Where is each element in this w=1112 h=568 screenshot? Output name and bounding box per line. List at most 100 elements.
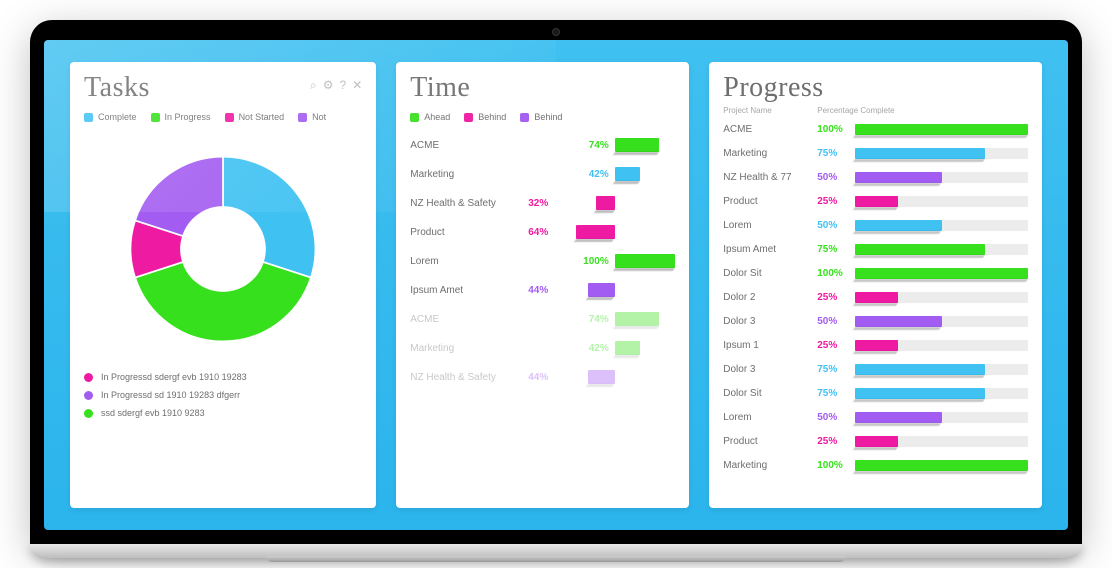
time-bar: [596, 196, 615, 210]
time-row: NZ Health & Safety44%: [410, 364, 675, 390]
progress-bar: [855, 268, 1028, 279]
progress-bar: [855, 244, 985, 255]
progress-track: [855, 316, 1028, 327]
time-row-value: 32%: [514, 198, 548, 209]
time-bar: [588, 370, 614, 384]
time-row: Lorem 100%: [410, 248, 675, 274]
progress-row-name: Ipsum 1: [723, 340, 809, 351]
progress-track: [855, 388, 1028, 399]
time-row: Marketing42%: [410, 335, 675, 361]
progress-row-value: 50%: [817, 316, 847, 327]
progress-row-name: Dolor 3: [723, 364, 809, 375]
tasks-notes: In Progressd sdergf evb 1910 19283In Pro…: [84, 372, 362, 418]
time-row: Marketing42%: [410, 161, 675, 187]
progress-row: Dolor Sit75%: [723, 383, 1028, 403]
progress-track: [855, 220, 1028, 231]
progress-bar: [855, 124, 1028, 135]
close-icon[interactable]: ✕: [352, 78, 362, 93]
time-bar: [615, 138, 659, 152]
progress-row-name: Lorem: [723, 412, 809, 423]
progress-bar: [855, 460, 1028, 471]
progress-row-value: 50%: [817, 412, 847, 423]
help-icon[interactable]: ?: [340, 78, 347, 93]
time-row-value: 74%: [575, 314, 609, 325]
time-bar: [588, 283, 614, 297]
time-row-name: Product: [410, 227, 514, 238]
progress-track: [855, 436, 1028, 447]
legend-item: Behind: [464, 112, 506, 122]
progress-row-name: Ipsum Amet: [723, 244, 809, 255]
progress-row-value: 50%: [817, 220, 847, 231]
progress-bar: [855, 388, 985, 399]
time-row-value: 64%: [514, 227, 548, 238]
progress-row-value: 100%: [817, 268, 847, 279]
time-bar: [615, 312, 659, 326]
progress-row: Dolor Sit 100%: [723, 263, 1028, 283]
progress-title: Progress: [723, 72, 1028, 104]
progress-col-percent: Percentage Complete: [817, 106, 894, 115]
progress-track: [855, 196, 1028, 207]
progress-bar: [855, 196, 898, 207]
progress-bar: [855, 316, 941, 327]
progress-bar: [855, 220, 941, 231]
time-title: Time: [410, 72, 675, 104]
progress-track: [855, 244, 1028, 255]
legend-item: In Progress: [151, 112, 211, 122]
progress-row-value: 100%: [817, 460, 847, 471]
progress-row: Lorem 50%: [723, 215, 1028, 235]
progress-bar: [855, 148, 985, 159]
time-bar: [576, 225, 614, 239]
legend-item: Not: [298, 112, 326, 122]
time-row-value: 44%: [514, 372, 548, 383]
legend-item: Not Started: [225, 112, 285, 122]
progress-track: [855, 148, 1028, 159]
progress-row-name: Dolor 3: [723, 316, 809, 327]
progress-row: Ipsum 1 25%: [723, 335, 1028, 355]
progress-row-name: Dolor Sit: [723, 388, 809, 399]
time-row: ACME74%: [410, 132, 675, 158]
progress-row: Marketing100%: [723, 455, 1028, 475]
time-row-name: ACME: [410, 140, 514, 151]
progress-track: [855, 292, 1028, 303]
time-row-value: 42%: [575, 343, 609, 354]
search-icon[interactable]: ⌕: [310, 78, 317, 93]
progress-bar: [855, 412, 941, 423]
progress-row-name: Dolor Sit: [723, 268, 809, 279]
progress-track: [855, 124, 1028, 135]
progress-row-value: 25%: [817, 196, 847, 207]
progress-col-project: Project Name: [723, 106, 809, 115]
time-bar: [615, 254, 675, 268]
time-row-name: Lorem: [410, 256, 514, 267]
time-row-name: NZ Health & Safety: [410, 198, 514, 209]
progress-row-name: Lorem: [723, 220, 809, 231]
progress-row-value: 25%: [817, 292, 847, 303]
progress-track: [855, 340, 1028, 351]
screen: Tasks ⌕ ⚙ ? ✕ CompleteIn ProgressNot Sta…: [44, 40, 1068, 530]
tasks-panel: Tasks ⌕ ⚙ ? ✕ CompleteIn ProgressNot Sta…: [70, 62, 376, 508]
progress-row-name: NZ Health & 77: [723, 172, 809, 183]
time-row: Ipsum Amet44%: [410, 277, 675, 303]
laptop-frame: Tasks ⌕ ⚙ ? ✕ CompleteIn ProgressNot Sta…: [30, 20, 1082, 562]
progress-row-name: Product: [723, 436, 809, 447]
progress-row-value: 25%: [817, 436, 847, 447]
time-legend: AheadBehindBehind: [410, 112, 675, 122]
progress-track: [855, 412, 1028, 423]
camera-dot: [552, 28, 560, 36]
tasks-legend: CompleteIn ProgressNot StartedNot: [84, 112, 362, 122]
progress-row-value: 25%: [817, 340, 847, 351]
progress-row: Lorem 50%: [723, 407, 1028, 427]
progress-track: [855, 364, 1028, 375]
progress-bar: [855, 436, 898, 447]
time-row-value: 100%: [575, 256, 609, 267]
progress-track: [855, 172, 1028, 183]
progress-row-value: 100%: [817, 124, 847, 135]
time-row-name: NZ Health & Safety: [410, 372, 514, 383]
progress-row: Ipsum Amet75%: [723, 239, 1028, 259]
progress-row: NZ Health & 7750%: [723, 167, 1028, 187]
progress-header: Project Name Percentage Complete: [723, 106, 1028, 115]
progress-row-name: ACME: [723, 124, 809, 135]
time-bar: [615, 167, 640, 181]
progress-panel: Progress Project Name Percentage Complet…: [709, 62, 1042, 508]
time-row: NZ Health & Safety32%: [410, 190, 675, 216]
gear-icon[interactable]: ⚙: [323, 78, 334, 93]
